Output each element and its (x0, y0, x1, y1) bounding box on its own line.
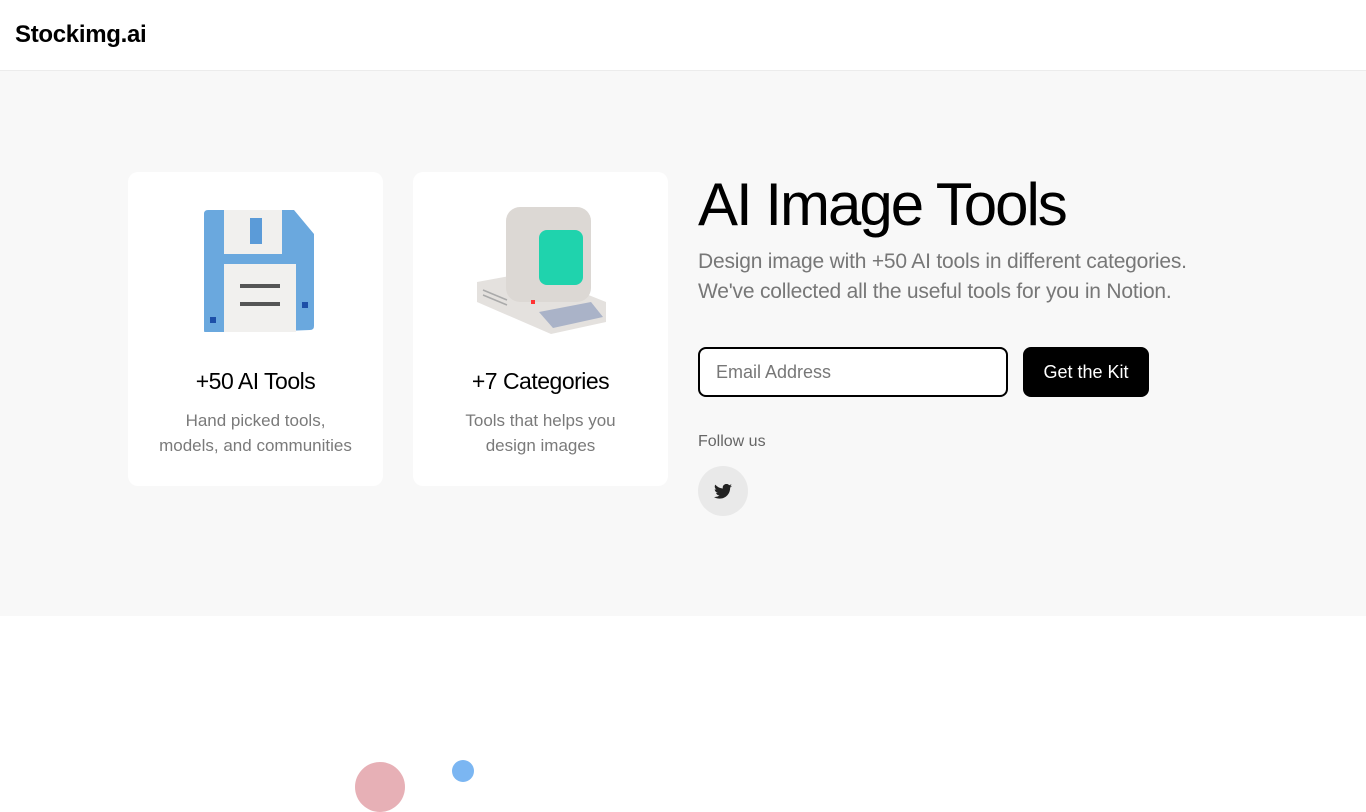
header: Stockimg.ai (0, 0, 1366, 71)
floppy-disk-icon (203, 210, 314, 332)
get-the-kit-button[interactable]: Get the Kit (1023, 347, 1149, 397)
card-title: +7 Categories (471, 368, 610, 394)
feature-card-tools: +50 AI Tools Hand picked tools, models, … (128, 172, 383, 486)
page-subtitle: Design image with +50 AI tools in differ… (698, 250, 1187, 303)
logo[interactable]: Stockimg.ai (15, 21, 147, 49)
feature-card-categories: +7 Categories Tools that helps you desig… (413, 172, 668, 486)
twitter-icon (714, 483, 732, 499)
hero-section: +50 AI Tools Hand picked tools, models, … (0, 71, 1366, 616)
decorative-sphere-blue (452, 760, 474, 782)
decorative-sphere-pink (355, 762, 405, 812)
twitter-button[interactable] (698, 466, 748, 516)
email-input[interactable] (698, 347, 1008, 397)
follow-us-label: Follow us (698, 433, 766, 450)
card-description: Tools that helps you design images (465, 411, 616, 455)
card-description: Hand picked tools, models, and communiti… (159, 411, 352, 455)
card-title: +50 AI Tools (195, 368, 316, 394)
page-title: AI Image Tools (698, 171, 1068, 238)
retro-computer-icon (476, 207, 606, 334)
